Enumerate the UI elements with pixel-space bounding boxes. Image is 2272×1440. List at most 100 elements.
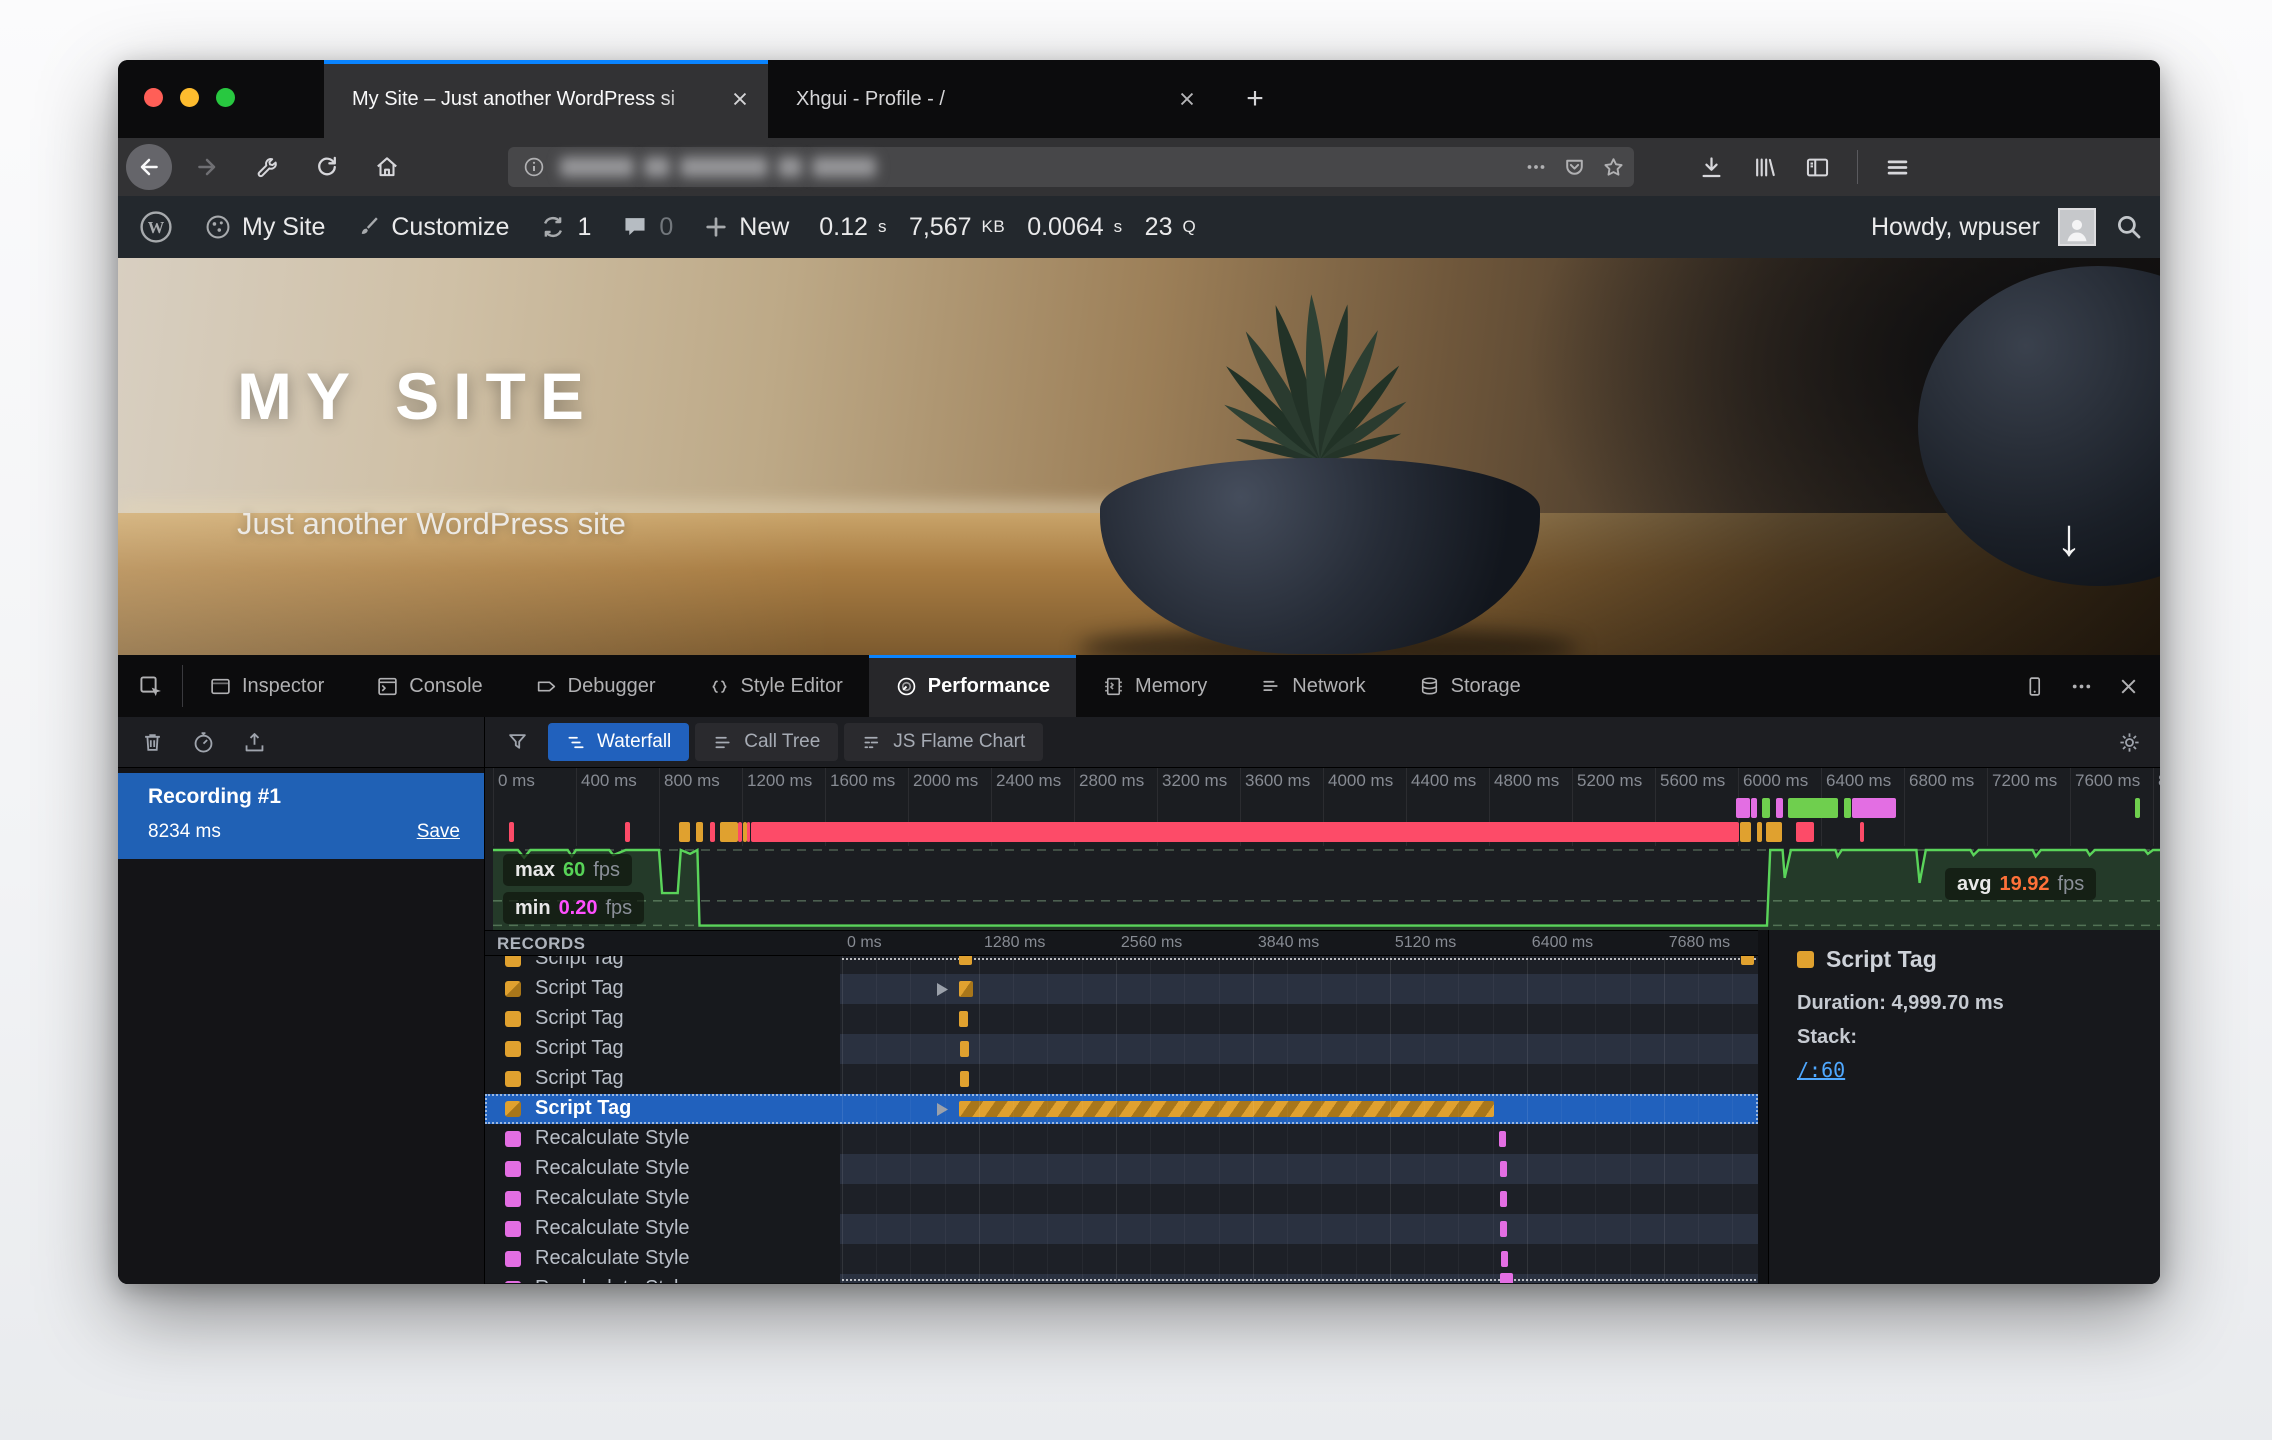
devtools-options-icon[interactable] xyxy=(2070,675,2093,698)
recalculate-style-marker-icon xyxy=(505,1281,521,1283)
tab-inspector[interactable]: Inspector xyxy=(183,655,350,717)
overview-ruler-tick: 4000 ms xyxy=(1328,771,1393,791)
filter-markers-button[interactable] xyxy=(505,730,530,755)
overview-marker-pink xyxy=(1796,822,1814,842)
record-row[interactable]: Recalculate Style xyxy=(485,1124,1758,1154)
reload-button[interactable] xyxy=(306,146,348,188)
tab-my-site[interactable]: My Site – Just another WordPress si xyxy=(324,60,768,138)
overview-ruler-tick: 4800 ms xyxy=(1494,771,1559,791)
record-row[interactable]: Recalculate Style xyxy=(485,1244,1758,1274)
zoom-window-button[interactable] xyxy=(216,88,235,107)
record-performance-button[interactable] xyxy=(191,730,216,755)
forward-button[interactable] xyxy=(186,146,228,188)
user-greeting[interactable]: Howdy, wpuser xyxy=(1871,213,2040,242)
qm-query-count-metric[interactable]: 23Q xyxy=(1145,213,1197,242)
expand-arrow-icon[interactable] xyxy=(937,983,948,996)
my-site-menu[interactable]: My Site xyxy=(204,213,325,242)
pocket-icon[interactable] xyxy=(1562,155,1587,180)
record-label: Script Tag xyxy=(535,977,624,1000)
tab-storage[interactable]: Storage xyxy=(1392,655,1547,717)
overview-marker-orange xyxy=(1757,822,1762,842)
view-call-tree-button[interactable]: Call Tree xyxy=(695,723,838,761)
qm-query-time-metric[interactable]: 0.0064s xyxy=(1027,213,1122,242)
close-tab-icon[interactable] xyxy=(1177,89,1197,109)
waterfall-bar xyxy=(960,1041,969,1057)
scroll-down-arrow[interactable]: ↓ xyxy=(2056,508,2082,568)
tab-xhgui[interactable]: Xhgui - Profile - / xyxy=(768,60,1215,138)
tab-style-editor[interactable]: Style Editor xyxy=(682,655,869,717)
record-row[interactable]: Recalculate Style xyxy=(485,1154,1758,1184)
record-row[interactable]: Script Tag xyxy=(485,1094,1758,1124)
avatar[interactable] xyxy=(2058,208,2096,246)
record-row[interactable]: Script Tag xyxy=(485,974,1758,1004)
save-recording-link[interactable]: Save xyxy=(417,821,460,843)
record-row[interactable]: Recalculate Style xyxy=(485,1274,1758,1283)
overview-marker-orange xyxy=(743,822,747,842)
overview-ruler-tick: 2400 ms xyxy=(996,771,1061,791)
responsive-design-icon[interactable] xyxy=(2023,675,2046,698)
qm-memory-metric[interactable]: 7,567KB xyxy=(909,213,1005,242)
script-tag-marker-icon xyxy=(505,1041,521,1057)
pick-element-button[interactable] xyxy=(118,665,183,707)
record-row[interactable]: Script Tag xyxy=(485,1004,1758,1034)
record-row[interactable]: Script Tag xyxy=(485,1064,1758,1094)
home-button[interactable] xyxy=(366,146,408,188)
url-bar[interactable] xyxy=(508,147,1634,187)
tab-memory[interactable]: Memory xyxy=(1076,655,1233,717)
script-tag-marker-icon xyxy=(505,981,521,997)
close-devtools-icon[interactable] xyxy=(2117,675,2140,698)
recording-list-item[interactable]: Recording #1 8234 ms Save xyxy=(118,773,484,859)
record-label: Script Tag xyxy=(535,1067,624,1090)
overview-marker-orange xyxy=(679,822,690,842)
library-icon[interactable] xyxy=(1751,154,1778,181)
overview-ruler-tick: 7600 ms xyxy=(2075,771,2140,791)
waterfall-row-stripe xyxy=(840,1004,1758,1034)
comment-bubble-icon xyxy=(621,213,649,241)
new-tab-button[interactable]: + xyxy=(1236,80,1274,118)
back-button[interactable] xyxy=(126,144,172,190)
clear-recordings-button[interactable] xyxy=(140,730,165,755)
expand-arrow-icon[interactable] xyxy=(937,1103,948,1116)
new-content-menu[interactable]: New xyxy=(703,213,789,242)
tab-network[interactable]: Network xyxy=(1233,655,1391,717)
updates-menu[interactable]: 1 xyxy=(539,213,591,242)
overview-ruler-tick: 3200 ms xyxy=(1162,771,1227,791)
downloads-icon[interactable] xyxy=(1698,154,1725,181)
waterfall-bar xyxy=(1500,1161,1507,1177)
comments-menu[interactable]: 0 xyxy=(621,213,673,242)
record-row[interactable]: Recalculate Style xyxy=(485,1214,1758,1244)
waterfall-bar xyxy=(1500,1221,1507,1237)
recalculate-style-marker-icon xyxy=(505,1191,521,1207)
record-row[interactable]: Recalculate Style xyxy=(485,1184,1758,1214)
customize-menu[interactable]: Customize xyxy=(355,213,509,242)
view-waterfall-button[interactable]: Waterfall xyxy=(548,723,689,761)
tab-debugger[interactable]: Debugger xyxy=(509,655,682,717)
menu-hamburger-icon[interactable] xyxy=(1884,154,1911,181)
close-tab-icon[interactable] xyxy=(730,89,750,109)
records-header-label: RECORDS xyxy=(497,934,586,954)
stack-frame-link[interactable]: /:60 xyxy=(1797,1058,1845,1082)
overview-marker-orange xyxy=(720,822,738,842)
sidebar-toggle-icon[interactable] xyxy=(1804,154,1831,181)
overview-ruler-tick: 800 ms xyxy=(664,771,720,791)
site-info-icon[interactable] xyxy=(522,155,546,179)
wp-logo-menu[interactable]: W xyxy=(138,209,174,245)
import-recording-button[interactable] xyxy=(242,730,267,755)
metric-value: 7,567 xyxy=(909,213,972,242)
performance-settings-button[interactable] xyxy=(2117,730,2142,755)
page-actions-icon[interactable] xyxy=(1524,155,1548,179)
bookmark-star-icon[interactable] xyxy=(1601,155,1626,180)
search-icon[interactable] xyxy=(2114,212,2144,242)
minimize-window-button[interactable] xyxy=(180,88,199,107)
developer-tools-button[interactable] xyxy=(246,146,288,188)
record-row[interactable]: Script Tag xyxy=(485,956,1758,974)
view-flame-chart-button[interactable]: JS Flame Chart xyxy=(844,723,1043,761)
qm-time-metric[interactable]: 0.12s xyxy=(819,213,887,242)
tab-console[interactable]: Console xyxy=(350,655,508,717)
recalculate-style-marker-icon xyxy=(505,1131,521,1147)
toolbar-separator xyxy=(1857,150,1858,184)
close-window-button[interactable] xyxy=(144,88,163,107)
recalculate-style-marker-icon xyxy=(505,1251,521,1267)
record-row[interactable]: Script Tag xyxy=(485,1034,1758,1064)
tab-performance[interactable]: Performance xyxy=(869,655,1076,717)
